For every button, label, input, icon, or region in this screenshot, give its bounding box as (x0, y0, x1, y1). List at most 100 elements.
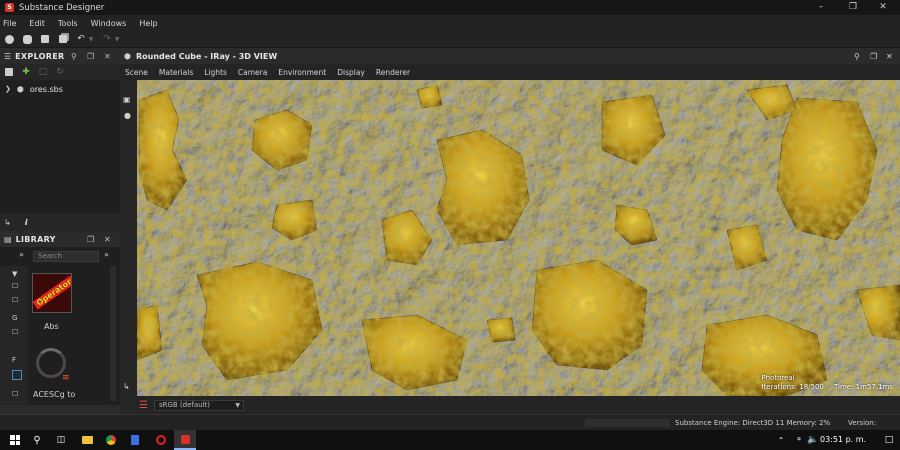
library-icon: ▤ (4, 235, 12, 244)
category-icon[interactable]: ☐ (12, 296, 22, 306)
rendered-material-image (137, 80, 900, 396)
close-icon[interactable]: ✕ (886, 52, 893, 61)
menu-renderer[interactable]: Renderer (376, 68, 410, 77)
info-icon[interactable]: i (25, 218, 28, 227)
tree-item-label: ores.sbs (29, 84, 63, 94)
light-icon[interactable]: ● (124, 111, 131, 120)
library-title: LIBRARY (15, 235, 56, 244)
category-icon[interactable]: G (12, 314, 22, 324)
package-icon: ⬢ (16, 84, 24, 94)
close-icon[interactable]: ✕ (868, 0, 898, 15)
window-title: Substance Designer (19, 2, 105, 13)
explorer-panel: ☰ EXPLORER ⚲ ❐ ✕ ✚ □ ↻ ❯ ⬢ ores.sbs ↳ i (0, 49, 120, 231)
layers-icon[interactable]: ☰ (139, 400, 148, 411)
color-space-value: sRGB (default) (158, 400, 211, 409)
tree-item[interactable]: ❯ ⬢ ores.sbs (0, 82, 120, 96)
redo-dropdown-icon[interactable]: ▼ (114, 34, 120, 44)
library-header: ▤ LIBRARY ❐ ✕ (0, 232, 120, 247)
opera-icon[interactable] (150, 430, 172, 450)
explorer-icon: ☰ (4, 52, 12, 61)
library-panel: ▤ LIBRARY ❐ ✕ » Search » ▼ ☐ ☐ G ☐ F ☐ O… (0, 232, 120, 405)
menu-display[interactable]: Display (337, 68, 365, 77)
menu-edit[interactable]: Edit (29, 19, 45, 28)
link-icon[interactable]: □ (38, 67, 48, 77)
3d-view-title: Rounded Cube - IRay - 3D VIEW (135, 52, 278, 61)
color-space-select[interactable]: sRGB (default) ▼ (153, 399, 244, 411)
progress-bar (585, 419, 670, 427)
undo-icon[interactable]: ↶ (76, 34, 86, 44)
menu-camera[interactable]: Camera (238, 68, 267, 77)
task-view-icon[interactable]: ◫ (50, 430, 72, 450)
library-item-label: Abs (44, 322, 59, 331)
tree-toggle-icon[interactable]: ↳ (123, 382, 130, 391)
pin-icon[interactable]: ⚲ (854, 52, 860, 61)
app-icon: S (5, 3, 14, 12)
expand-icon[interactable]: » (19, 250, 24, 259)
thumbnail-text: Operator (33, 275, 71, 310)
scrollbar[interactable] (110, 266, 116, 401)
3d-viewport[interactable]: Photoreal Iterations: 18/500 Time: 1m57.… (137, 80, 900, 396)
load-icon[interactable] (40, 34, 50, 44)
close-icon[interactable]: ✕ (104, 49, 111, 64)
explorer-footer: ↳ i (0, 213, 120, 231)
float-icon[interactable]: ❐ (870, 52, 877, 61)
category-icon[interactable]: ☐ (12, 282, 22, 292)
3d-view-menu: Scene Materials Lights Camera Environmen… (120, 64, 900, 80)
chrome-icon[interactable] (100, 430, 122, 450)
menu-environment[interactable]: Environment (278, 68, 326, 77)
category-icon[interactable]: F (12, 356, 22, 366)
category-icon[interactable] (12, 370, 22, 380)
status-bar: Substance Engine: Direct3D 11 Memory: 2%… (0, 414, 900, 443)
menu-scene[interactable]: Scene (125, 68, 148, 77)
menu-file[interactable]: File (3, 19, 16, 28)
menu-materials[interactable]: Materials (159, 68, 193, 77)
explorer-title: EXPLORER (15, 52, 65, 61)
more-icon[interactable]: » (104, 250, 109, 259)
undo-dropdown-icon[interactable]: ▼ (88, 34, 94, 44)
category-icon[interactable]: ▼ (12, 270, 22, 280)
chevron-down-icon: ▼ (235, 401, 240, 409)
title-bar: S Substance Designer – ❐ ✕ (0, 0, 900, 15)
search-icon[interactable]: ⚲ (26, 430, 48, 450)
category-icon[interactable]: ☐ (12, 390, 22, 400)
clock[interactable]: 03:51 p. m. (820, 430, 866, 450)
menu-windows[interactable]: Windows (91, 19, 127, 28)
render-mode-label: Photoreal (761, 374, 795, 382)
time-label: Time: 1m57.1ms (833, 383, 893, 391)
node-badge-icon: ≡ (62, 373, 70, 383)
open-package-icon[interactable] (22, 34, 32, 44)
new-graph-icon[interactable]: ✚ (21, 67, 31, 77)
3d-view-sidebar: ▣ ● ↳ (120, 80, 137, 414)
float-icon[interactable]: ❐ (87, 232, 94, 247)
redo-icon[interactable]: ↷ (102, 34, 112, 44)
menu-tools[interactable]: Tools (58, 19, 78, 28)
document-icon[interactable] (124, 430, 146, 450)
substance-designer-taskbar-icon[interactable] (174, 430, 196, 450)
save-icon[interactable] (4, 67, 14, 77)
menu-help[interactable]: Help (139, 19, 157, 28)
save-all-icon[interactable] (58, 34, 68, 44)
tree-toggle-icon[interactable]: ↳ (4, 218, 11, 227)
windows-start-icon[interactable] (4, 430, 26, 450)
float-icon[interactable]: ❐ (87, 49, 94, 64)
cube-icon: ⬢ (124, 52, 131, 61)
pin-icon[interactable]: ⚲ (71, 49, 77, 64)
file-explorer-icon[interactable] (76, 430, 98, 450)
notifications-icon[interactable]: □ (878, 430, 900, 450)
close-icon[interactable]: ✕ (104, 232, 111, 247)
menu-lights[interactable]: Lights (204, 68, 227, 77)
library-item-thumbnail[interactable]: Operator (32, 273, 72, 313)
menu-bar: File Edit Tools Windows Help (0, 15, 900, 31)
minimize-icon[interactable]: – (806, 0, 836, 15)
category-icon[interactable]: ☐ (12, 328, 22, 338)
3d-view-panel: ⬢ Rounded Cube - IRay - 3D VIEW ⚲ ❐ ✕ Sc… (120, 49, 900, 414)
new-package-icon[interactable] (4, 34, 14, 44)
render-info: Photoreal Iterations: 18/500 Time: 1m57.… (761, 374, 893, 392)
maximize-icon[interactable]: ❐ (838, 0, 868, 15)
3d-view-header: ⬢ Rounded Cube - IRay - 3D VIEW ⚲ ❐ ✕ (120, 49, 900, 64)
expand-chevron-icon[interactable]: ❯ (5, 85, 11, 93)
explorer-toolbar: ✚ □ ↻ (0, 64, 120, 80)
camera-icon[interactable]: ▣ (123, 95, 131, 104)
refresh-icon[interactable]: ↻ (55, 67, 65, 77)
search-input[interactable]: Search (33, 250, 99, 262)
